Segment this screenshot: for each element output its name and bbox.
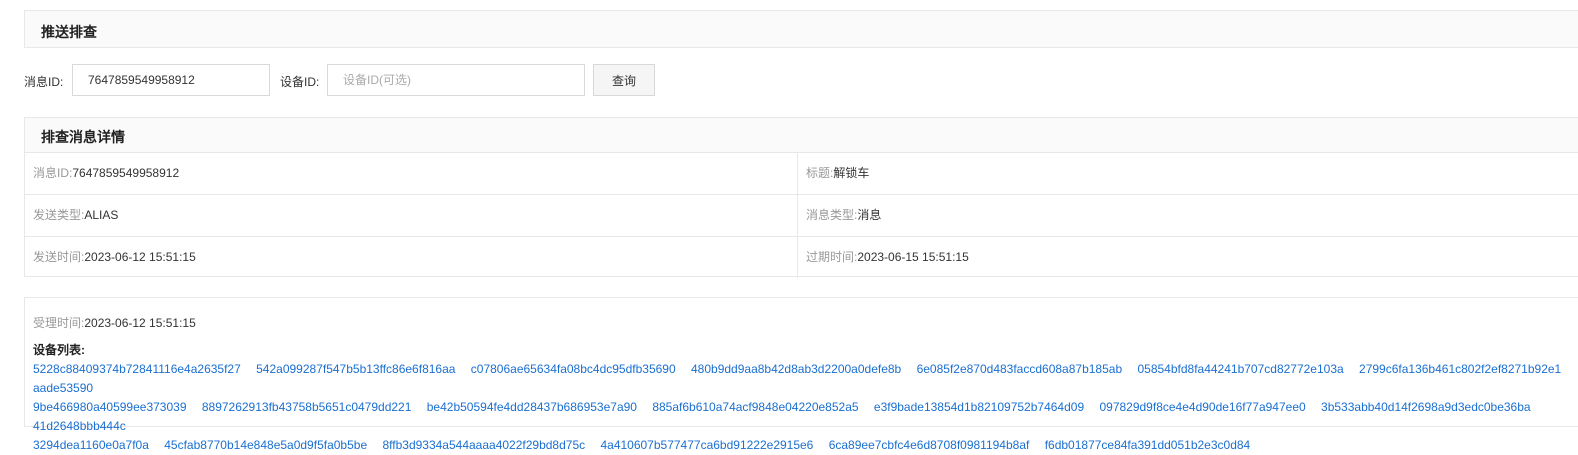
device-link[interactable]: be42b50594fe4dd28437b686953e7a90 bbox=[427, 398, 637, 417]
device-link[interactable]: 3b533abb40d14f2698a9d3edc0be36ba bbox=[1321, 398, 1531, 417]
device-link[interactable]: 8ffb3d9334a544aaaa4022f29bd8d75c bbox=[382, 436, 585, 455]
query-button[interactable]: 查询 bbox=[593, 64, 655, 96]
device-link[interactable]: e3f9bade13854d1b82109752b7464d09 bbox=[874, 398, 1084, 417]
detail-cell: 标题:解锁车 bbox=[798, 153, 1578, 194]
message-detail-panel: 排查消息详情 消息ID:7647859549958912 标题:解锁车 发送类型… bbox=[24, 117, 1578, 278]
message-detail-header: 排查消息详情 bbox=[25, 118, 1578, 153]
device-link[interactable]: 2799c6fa136b461c802f2ef8271b92e1 bbox=[1359, 360, 1561, 379]
detail-value: 2023-06-12 15:51:15 bbox=[84, 250, 196, 264]
device-link[interactable]: 885af6b610a74acf9848e04220e852a5 bbox=[652, 398, 858, 417]
detail-cell: 过期时间:2023-06-15 15:51:15 bbox=[798, 237, 1578, 278]
device-link[interactable]: 8897262913fb43758b5651c0479dd221 bbox=[202, 398, 412, 417]
detail-row: 发送类型:ALIAS 消息类型:消息 bbox=[25, 195, 1578, 237]
detail-key: 过期时间: bbox=[806, 250, 858, 264]
detail-value: ALIAS bbox=[84, 208, 119, 222]
device-link[interactable]: 6ca89ee7cbfc4e6d8708f0981194b8af bbox=[829, 436, 1030, 455]
detail-value: 7647859549958912 bbox=[72, 166, 180, 180]
detail-key: 消息ID: bbox=[33, 166, 73, 180]
device-link[interactable]: 45cfab8770b14e848e5a0d9f5fa0b5be bbox=[164, 436, 367, 455]
accept-time-value: 2023-06-12 15:51:15 bbox=[84, 316, 196, 330]
device-link[interactable]: 4a410607b577477ca6bd91222e2915e6 bbox=[600, 436, 813, 455]
detail-row: 发送时间:2023-06-12 15:51:15 过期时间:2023-06-15… bbox=[25, 237, 1578, 278]
detail-key: 发送类型: bbox=[33, 208, 85, 222]
device-id-input[interactable] bbox=[327, 64, 585, 96]
device-link[interactable]: 3294dea1160e0a7f0a bbox=[33, 436, 149, 455]
detail-key: 消息类型: bbox=[806, 208, 858, 222]
accept-panel: 受理时间:2023-06-12 15:51:15 设备列表: 5228c8840… bbox=[24, 297, 1578, 452]
device-link[interactable]: 480b9dd9aa8b42d8ab3d2200a0defe8b bbox=[691, 360, 901, 379]
detail-value: 2023-06-15 15:51:15 bbox=[857, 250, 969, 264]
device-link[interactable]: 542a099287f547b5b13ffc86e6f816aa bbox=[256, 360, 455, 379]
detail-row: 消息ID:7647859549958912 标题:解锁车 bbox=[25, 153, 1578, 195]
device-link[interactable]: 41d2648bbb444c bbox=[33, 417, 126, 436]
detail-value: 解锁车 bbox=[833, 166, 870, 180]
device-list-label: 设备列表: bbox=[33, 343, 85, 357]
accept-time-key: 受理时间: bbox=[33, 316, 85, 330]
detail-cell: 消息类型:消息 bbox=[798, 195, 1578, 236]
device-list: 5228c88409374b72841116e4a2635f27 542a099… bbox=[33, 360, 1578, 455]
accept-time: 受理时间:2023-06-12 15:51:15 bbox=[33, 314, 196, 331]
detail-value: 消息 bbox=[857, 208, 882, 222]
page-header: 推送排查 bbox=[24, 10, 1578, 48]
message-id-input[interactable] bbox=[72, 64, 270, 96]
device-link[interactable]: 9be466980a40599ee373039 bbox=[33, 398, 187, 417]
device-link[interactable]: 6e085f2e870d483faccd608a87b185ab bbox=[917, 360, 1123, 379]
device-link[interactable]: f6db01877ce84fa391dd051b2e3c0d84 bbox=[1045, 436, 1251, 455]
device-id-label: 设备ID: bbox=[280, 75, 320, 89]
search-form: 消息ID: 设备ID: 查询 bbox=[24, 64, 724, 96]
page-title: 推送排查 bbox=[41, 24, 97, 40]
message-id-label: 消息ID: bbox=[24, 75, 64, 89]
device-link[interactable]: c07806ae65634fa08bc4dc95dfb35690 bbox=[471, 360, 676, 379]
detail-cell: 消息ID:7647859549958912 bbox=[25, 153, 798, 194]
device-link[interactable]: aade53590 bbox=[33, 379, 93, 398]
device-link[interactable]: 097829d9f8ce4e4d90de16f77a947ee0 bbox=[1099, 398, 1305, 417]
device-link[interactable]: 5228c88409374b72841116e4a2635f27 bbox=[33, 360, 241, 379]
detail-cell: 发送时间:2023-06-12 15:51:15 bbox=[25, 237, 798, 278]
message-detail-title: 排查消息详情 bbox=[41, 129, 125, 145]
detail-cell: 发送类型:ALIAS bbox=[25, 195, 798, 236]
detail-key: 标题: bbox=[806, 166, 834, 180]
device-link[interactable]: 05854bfd8fa44241b707cd82772e103a bbox=[1137, 360, 1343, 379]
detail-key: 发送时间: bbox=[33, 250, 85, 264]
